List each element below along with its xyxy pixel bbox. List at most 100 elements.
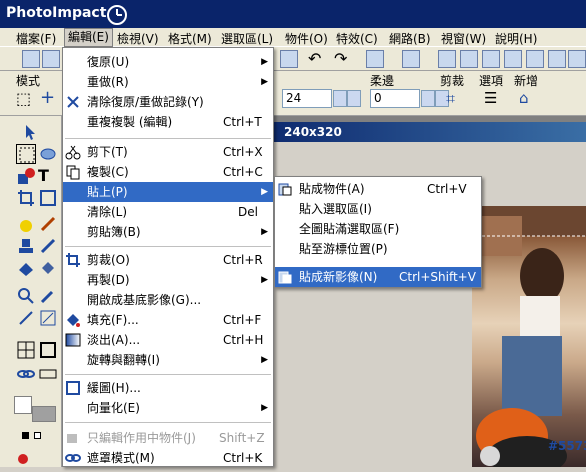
swap-colors-icon[interactable]: [34, 432, 41, 439]
menu-object[interactable]: 物件(O): [285, 30, 328, 47]
pointer-tool-icon[interactable]: [20, 122, 40, 142]
menu-item-clear[interactable]: 清除(L) Del: [63, 202, 273, 222]
soft-edge-field[interactable]: 0: [370, 89, 420, 108]
frame-icon[interactable]: [38, 340, 58, 360]
default-colors-icon[interactable]: [22, 432, 29, 439]
new-file-icon[interactable]: [22, 50, 40, 68]
crop-icon[interactable]: ⌗: [446, 89, 455, 109]
menu-item-duplicate[interactable]: 再製(D) ▶: [63, 270, 273, 290]
menu-window[interactable]: 視窗(W): [441, 30, 486, 47]
redo-icon[interactable]: ↷: [334, 49, 347, 68]
menu-selection[interactable]: 選取區(L): [221, 30, 273, 47]
picture-icon[interactable]: [460, 50, 478, 68]
record-icon[interactable]: [18, 454, 28, 464]
new-label: 新增: [514, 74, 539, 88]
fill-tool-icon[interactable]: [38, 258, 58, 278]
link-icon[interactable]: [16, 364, 36, 384]
open-file-icon[interactable]: [42, 50, 60, 68]
menu-item-clear-history[interactable]: 清除復原/重做記錄(Y): [63, 92, 273, 112]
clock-logo-icon: [107, 5, 127, 25]
menu-item-paste[interactable]: 貼上(P) ▶: [63, 182, 273, 202]
rotate-icon[interactable]: [366, 50, 384, 68]
submenu-item-paste-into-selection[interactable]: 貼入選取區(I): [275, 199, 481, 219]
crop-tool-icon[interactable]: [16, 188, 36, 208]
menu-item-open-as-base[interactable]: 開啟成基底影像(G)...: [63, 290, 273, 310]
menu-item-stroke[interactable]: 緩圖(H)...: [63, 378, 273, 398]
scooter-photo[interactable]: [472, 206, 586, 467]
soft-spin-down-icon[interactable]: [421, 90, 435, 107]
image-window[interactable]: 240x320 #5573: [240, 122, 586, 467]
size-spin-down-icon[interactable]: [333, 90, 347, 107]
size-spin-up-icon[interactable]: [347, 90, 361, 107]
mask-icon: [65, 450, 81, 466]
chart-icon[interactable]: [526, 50, 544, 68]
menu-item-vectorize[interactable]: 向量化(E) ▶: [63, 398, 273, 418]
paint-tool-icon[interactable]: [16, 214, 36, 234]
lasso-tool-icon[interactable]: [38, 144, 58, 164]
menu-item-crop[interactable]: 剪裁(O) Ctrl+R: [63, 250, 273, 270]
submenu-arrow-icon: ▶: [261, 57, 268, 67]
menu-item-edit-active-object[interactable]: 只編輯作用中物件(J) Shift+Z: [63, 428, 273, 448]
path-tool-icon[interactable]: [38, 308, 58, 328]
menu-item-redo[interactable]: 重做(R) ▶: [63, 72, 273, 92]
menu-separator: [65, 422, 271, 423]
submenu-item-paste-as-object[interactable]: 貼成物件(A) Ctrl+V: [275, 179, 481, 199]
menu-edit[interactable]: 編輯(E): [64, 28, 113, 47]
mode-select-icon[interactable]: ⬚: [16, 89, 31, 108]
retouch-tool-icon[interactable]: [38, 236, 58, 256]
submenu-item-paste-at-cursor[interactable]: 貼至游標位置(P): [275, 239, 481, 259]
menu-item-cut[interactable]: 剪下(T) Ctrl+X: [63, 142, 273, 162]
add-mode-icon[interactable]: +: [40, 87, 55, 108]
selection-tool-icon[interactable]: [16, 144, 36, 164]
new-object-icon[interactable]: ⌂: [519, 89, 529, 107]
help-icon[interactable]: [568, 50, 586, 68]
menu-separator: [65, 138, 271, 139]
keyboard-icon[interactable]: [38, 364, 58, 384]
menu-help[interactable]: 說明(H): [495, 30, 537, 47]
brush-tool-icon[interactable]: [38, 214, 58, 234]
menu-item-fade[interactable]: 淡出(A)... Ctrl+H: [63, 330, 273, 350]
submenu-item-paste-as-new-image[interactable]: 貼成新影像(N) Ctrl+Shift+V: [275, 267, 481, 287]
options-icon[interactable]: ☰: [484, 89, 497, 107]
menu-file[interactable]: 檔案(F): [16, 30, 56, 47]
size-field[interactable]: 24: [282, 89, 332, 108]
shape-tool-icon[interactable]: [16, 166, 36, 186]
submenu-item-fill-selection[interactable]: 全圖貼滿選取區(F): [275, 219, 481, 239]
tool-panel: T: [0, 116, 62, 467]
paste-icon[interactable]: [280, 50, 298, 68]
menu-effects[interactable]: 特效(C): [336, 30, 378, 47]
settings-icon[interactable]: [548, 50, 566, 68]
menu-bar: 檔案(F) 編輯(E) 檢視(V) 格式(M) 選取區(L) 物件(O) 特效(…: [0, 28, 586, 47]
pen-tool-icon[interactable]: [16, 308, 36, 328]
menu-item-mask-mode[interactable]: 遮罩模式(M) Ctrl+K: [63, 448, 273, 468]
crop-icon: [65, 252, 81, 268]
camera-icon[interactable]: [402, 50, 420, 68]
transform-tool-icon[interactable]: [38, 188, 58, 208]
paste-submenu: 貼成物件(A) Ctrl+V 貼入選取區(I) 全圖貼滿選取區(F) 貼至游標位…: [274, 176, 482, 288]
filter-icon[interactable]: [482, 50, 500, 68]
submenu-arrow-icon: ▶: [261, 355, 268, 365]
background-color-swatch[interactable]: [32, 406, 56, 422]
menu-view[interactable]: 檢視(V): [117, 30, 159, 47]
foreground-color-swatch[interactable]: [14, 396, 32, 414]
eyedropper-tool-icon[interactable]: [38, 286, 58, 306]
menu-web[interactable]: 網路(B): [389, 30, 431, 47]
menu-format[interactable]: 格式(M): [168, 30, 212, 47]
text-tool-icon[interactable]: T: [38, 166, 58, 186]
menu-item-rotate-flip[interactable]: 旋轉與翻轉(I) ▶: [63, 350, 273, 370]
menu-item-copy[interactable]: 複製(C) Ctrl+C: [63, 162, 273, 182]
fill-icon: [65, 312, 81, 328]
undo-icon[interactable]: ↶: [308, 49, 321, 68]
menu-item-repeat-duplicate[interactable]: 重複複製 (編輯) Ctrl+T: [63, 112, 273, 132]
menu-item-undo[interactable]: 復原(U) ▶: [63, 52, 273, 72]
zoom-tool-icon[interactable]: [16, 286, 36, 306]
paste-new-image-icon: [277, 269, 293, 285]
menu-item-clipboard[interactable]: 剪貼簿(B) ▶: [63, 222, 273, 242]
stamp-tool-icon[interactable]: [16, 236, 36, 256]
eraser-tool-icon[interactable]: [16, 258, 36, 278]
soft-edge-label: 柔邊: [370, 74, 395, 88]
grid-icon[interactable]: [16, 340, 36, 360]
menu-item-fill[interactable]: 填充(F)... Ctrl+F: [63, 310, 273, 330]
image-icon[interactable]: [438, 50, 456, 68]
effects-icon[interactable]: [504, 50, 522, 68]
